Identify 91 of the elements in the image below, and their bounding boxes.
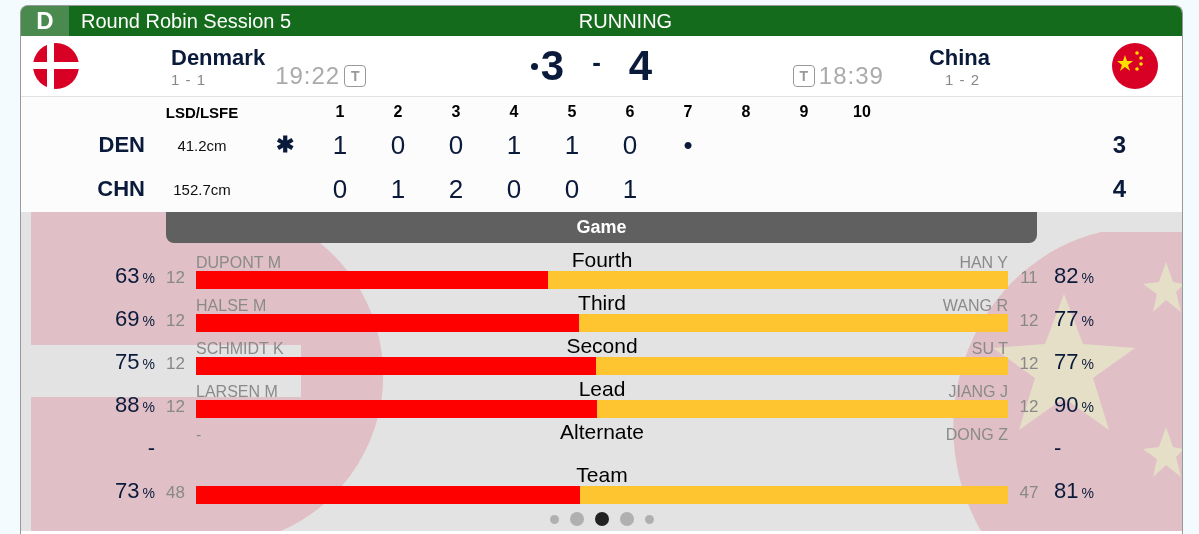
end-score: 1 — [622, 173, 638, 204]
hammer-marker: ✱ — [276, 132, 294, 157]
percentage: - — [147, 441, 155, 458]
position-label: Team — [576, 464, 628, 486]
team-score: 4 — [628, 42, 653, 90]
player-name: DONG Z — [945, 426, 1008, 443]
end-number: 1 — [334, 103, 346, 121]
shot-count: 11 — [1020, 268, 1038, 287]
team-record: 1 - 2 — [945, 70, 980, 88]
percentage: 75% — [115, 355, 155, 372]
team-code: CHN — [96, 176, 145, 202]
end-score: • — [683, 129, 693, 160]
player-name: WANG R — [942, 297, 1008, 314]
end-number: 6 — [624, 103, 636, 121]
end-score: 0 — [564, 173, 580, 204]
percentage: 82% — [1054, 269, 1094, 286]
end-score: 0 — [448, 129, 464, 160]
position-label: Third — [578, 292, 626, 314]
score-separator: - — [592, 46, 601, 78]
end-score: 0 — [332, 173, 348, 204]
team-name: Denmark — [171, 44, 266, 71]
end-number: 2 — [392, 103, 404, 121]
position-label: Second — [566, 335, 638, 357]
end-score: 1 — [332, 129, 348, 160]
position-label: Alternate — [559, 421, 645, 443]
position-label: Fourth — [571, 249, 633, 271]
player-name: DUPONT M — [196, 254, 282, 271]
shot-count: 12 — [166, 311, 185, 330]
team-code: DEN — [97, 132, 145, 158]
end-score: 1 — [564, 129, 580, 160]
shot-count: 47 — [1019, 483, 1039, 502]
end-number: 8 — [740, 103, 752, 121]
section-header: Game — [166, 212, 1037, 243]
division-badge: D — [21, 6, 69, 36]
position-label: Lead — [578, 378, 626, 400]
percentage: 63% — [115, 269, 155, 286]
column-heading: LSD/LSFE — [164, 103, 240, 121]
timeout-badge: T — [344, 65, 367, 87]
end-number: 3 — [450, 103, 462, 121]
star-flag-icon — [1112, 43, 1158, 89]
percentage: 77% — [1054, 355, 1094, 372]
player-name: - — [196, 426, 202, 443]
percentage: 73% — [115, 484, 155, 501]
cross-flag-icon — [33, 43, 79, 89]
team-record: 1 - 1 — [171, 70, 207, 88]
draw-distance: 41.2cm — [176, 136, 228, 154]
player-name: HAN Y — [959, 254, 1008, 271]
player-name: SCHMIDT K — [196, 340, 284, 357]
shot-count: 12 — [1019, 354, 1039, 373]
session-title: Round Robin Session 5 — [80, 9, 293, 33]
page-dot[interactable] — [594, 512, 609, 526]
time-remaining: 19:22 — [275, 62, 341, 90]
percentage: - — [1054, 441, 1062, 458]
shot-count: 12 — [166, 268, 185, 287]
page-dot[interactable] — [549, 514, 559, 524]
page-dot[interactable] — [619, 512, 634, 526]
end-score: 1 — [506, 129, 522, 160]
end-score: 0 — [390, 129, 406, 160]
shot-count: 12 — [1019, 397, 1039, 416]
end-score: 0 — [622, 129, 638, 160]
percentage: 81% — [1054, 484, 1094, 501]
total-score: 4 — [1112, 175, 1126, 202]
player-name: JIANG J — [948, 383, 1008, 400]
end-number: 7 — [682, 103, 694, 121]
end-score: 1 — [390, 173, 406, 204]
percentage: 69% — [115, 312, 155, 329]
end-score: 2 — [448, 173, 464, 204]
total-score: 3 — [1112, 131, 1126, 158]
shot-count: 12 — [166, 397, 185, 416]
percentage: 90% — [1054, 398, 1094, 415]
shot-count: 12 — [1019, 311, 1039, 330]
timeout-badge: T — [792, 65, 815, 87]
player-name: LARSEN M — [196, 383, 278, 400]
team-score: 3 — [530, 42, 565, 90]
shot-count: 12 — [166, 354, 185, 373]
percentage: 77% — [1054, 312, 1094, 329]
end-number: 4 — [508, 103, 520, 121]
player-name: HALSE M — [196, 297, 267, 314]
player-name: SU T — [971, 340, 1008, 357]
end-score: 0 — [506, 173, 522, 204]
percentage: 88% — [115, 398, 155, 415]
page-dot[interactable] — [569, 512, 584, 526]
end-number: 10 — [852, 103, 872, 121]
end-number: 9 — [798, 103, 810, 121]
game-status: RUNNING — [578, 9, 673, 33]
page-dot[interactable] — [644, 514, 654, 524]
team-name: China — [928, 44, 990, 71]
end-number: 5 — [566, 103, 578, 121]
time-remaining: 18:39 — [818, 62, 884, 90]
shot-count: 48 — [166, 483, 185, 502]
draw-distance: 152.7cm — [172, 180, 232, 198]
